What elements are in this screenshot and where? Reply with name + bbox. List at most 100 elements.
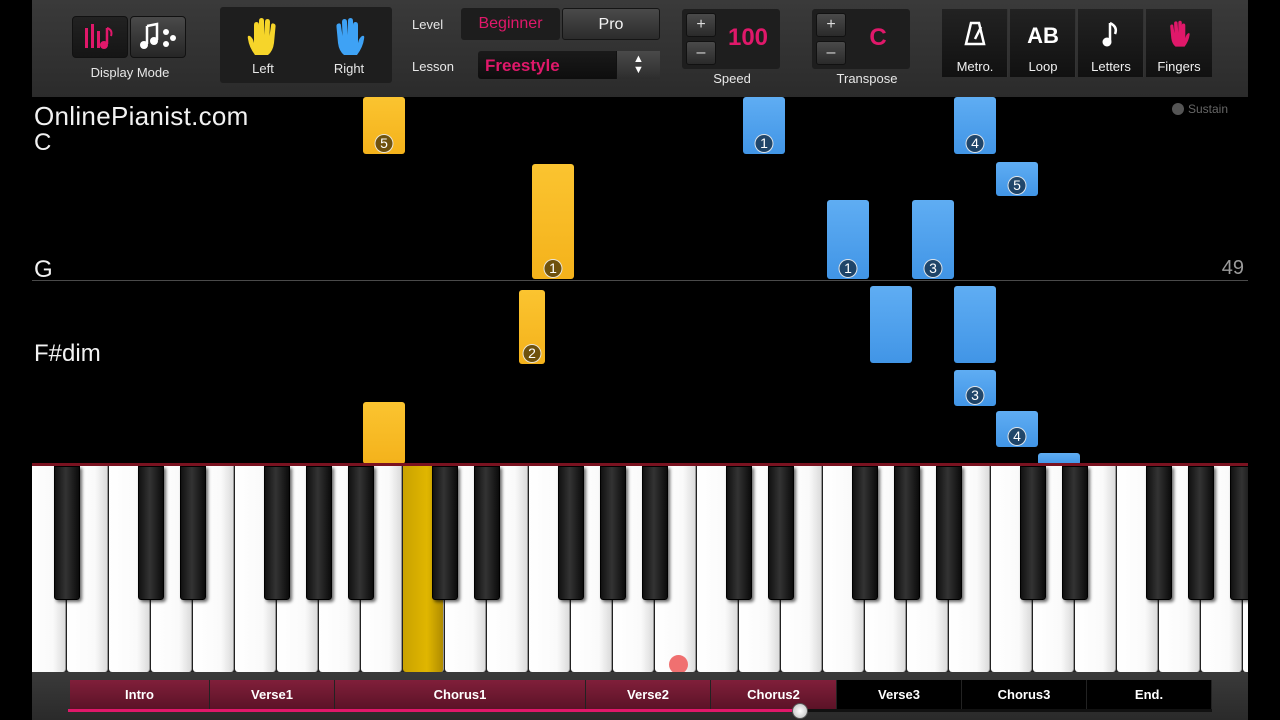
level-beginner-button[interactable]: Beginner bbox=[461, 8, 560, 40]
finger-number: 1 bbox=[543, 259, 563, 278]
lesson-value: Freestyle bbox=[485, 56, 560, 75]
black-key[interactable] bbox=[894, 466, 920, 600]
finger-number: 5 bbox=[374, 134, 394, 153]
black-key[interactable] bbox=[600, 466, 626, 600]
hands-panel: Left Right bbox=[220, 7, 392, 83]
speed-label: Speed bbox=[713, 71, 751, 86]
display-mode-bars-button[interactable] bbox=[72, 16, 128, 58]
left-hand-icon bbox=[247, 18, 276, 55]
finger-number: 1 bbox=[838, 259, 858, 278]
black-key[interactable] bbox=[726, 466, 752, 600]
black-key[interactable] bbox=[1146, 466, 1172, 600]
left-hand-note: 1 bbox=[532, 164, 574, 279]
finger-number: 2 bbox=[522, 344, 542, 363]
loop-button[interactable]: AB Loop bbox=[1010, 9, 1076, 77]
middle-c-marker bbox=[669, 655, 688, 672]
black-key[interactable] bbox=[852, 466, 878, 600]
section-end[interactable]: End. bbox=[1087, 680, 1212, 710]
level-label: Level bbox=[412, 17, 444, 32]
finger-number: 3 bbox=[923, 259, 943, 278]
right-hand-note: 1 bbox=[827, 200, 869, 279]
black-key[interactable] bbox=[642, 466, 668, 600]
transpose-minus-button[interactable]: – bbox=[816, 41, 846, 65]
right-hand-note: 3 bbox=[912, 200, 954, 279]
black-key[interactable] bbox=[936, 466, 962, 600]
speed-plus-button[interactable]: + bbox=[686, 13, 716, 37]
letters-button[interactable]: Letters bbox=[1078, 9, 1144, 77]
measure-number: 49 bbox=[1221, 257, 1244, 279]
sustain-dot-icon bbox=[1171, 103, 1184, 115]
loop-ab-icon: AB bbox=[1027, 23, 1059, 48]
fingers-label: Fingers bbox=[1157, 59, 1201, 74]
progress-slider-knob[interactable] bbox=[792, 703, 809, 719]
metronome-button[interactable]: Metro. bbox=[942, 9, 1008, 77]
black-key[interactable] bbox=[1230, 466, 1248, 600]
black-key[interactable] bbox=[348, 466, 374, 600]
black-key[interactable] bbox=[1020, 466, 1046, 600]
black-key[interactable] bbox=[264, 466, 290, 600]
level-pro-button[interactable]: Pro bbox=[562, 8, 660, 40]
lesson-label: Lesson bbox=[412, 59, 454, 74]
left-hand-button[interactable]: Left bbox=[220, 7, 306, 83]
section-verse2[interactable]: Verse2 bbox=[586, 680, 711, 710]
fingers-button[interactable]: Fingers bbox=[1146, 9, 1212, 77]
finger-number: 4 bbox=[1007, 427, 1027, 446]
black-key[interactable] bbox=[558, 466, 584, 600]
transpose-plus-button[interactable]: + bbox=[816, 13, 846, 37]
letters-label: Letters bbox=[1091, 59, 1131, 74]
transpose-panel: + – C bbox=[812, 9, 910, 69]
fingers-hand-icon bbox=[1170, 20, 1190, 47]
right-hand-note: 4 bbox=[954, 97, 996, 154]
lesson-select[interactable]: Freestyle ▲ ▼ bbox=[478, 51, 660, 79]
left-hand-note: 2 bbox=[519, 290, 545, 364]
finger-number: 3 bbox=[965, 386, 985, 405]
select-arrows-icon: ▲ ▼ bbox=[616, 51, 660, 79]
chord-label: F#dim bbox=[34, 340, 101, 367]
black-key[interactable] bbox=[432, 466, 458, 600]
chord-label: C bbox=[34, 129, 52, 156]
black-key[interactable] bbox=[474, 466, 500, 600]
sustain-indicator: Sustain bbox=[1171, 102, 1228, 116]
piano-roll-icon bbox=[85, 24, 113, 49]
black-key[interactable] bbox=[768, 466, 794, 600]
black-key[interactable] bbox=[1062, 466, 1088, 600]
finger-number: 1 bbox=[754, 134, 774, 153]
right-hand-note: 4 bbox=[996, 411, 1038, 447]
section-chorus3[interactable]: Chorus3 bbox=[962, 680, 1087, 710]
transpose-label: Transpose bbox=[836, 71, 898, 86]
display-mode-notes-button[interactable] bbox=[130, 16, 186, 58]
right-hand-note: 1 bbox=[743, 97, 785, 154]
right-hand-note bbox=[954, 286, 996, 363]
finger-number: 5 bbox=[1007, 176, 1027, 195]
black-key[interactable] bbox=[306, 466, 332, 600]
measure-line bbox=[32, 280, 1248, 281]
transpose-value: C bbox=[869, 24, 887, 51]
speed-minus-button[interactable]: – bbox=[686, 41, 716, 65]
black-key[interactable] bbox=[138, 466, 164, 600]
top-toolbar: Display Mode Left Right Level Beginner P… bbox=[32, 0, 1248, 97]
black-key[interactable] bbox=[54, 466, 80, 600]
left-hand-note: 5 bbox=[363, 97, 405, 154]
note-waterfall: OnlinePianist.com C G F#dim 49 Sustain 5… bbox=[32, 97, 1248, 463]
loop-label: Loop bbox=[1028, 59, 1058, 74]
right-hand-note bbox=[870, 286, 912, 363]
section-verse3[interactable]: Verse3 bbox=[837, 680, 962, 710]
right-hand-icon bbox=[336, 18, 365, 55]
piano-keyboard bbox=[32, 463, 1248, 672]
metronome-label: Metro. bbox=[956, 59, 994, 74]
black-key[interactable] bbox=[180, 466, 206, 600]
right-hand-label: Right bbox=[333, 61, 365, 76]
section-chorus1[interactable]: Chorus1 bbox=[335, 680, 586, 710]
section-intro[interactable]: Intro bbox=[70, 680, 210, 710]
brand-watermark: OnlinePianist.com bbox=[34, 101, 249, 131]
speed-panel: + – 100 bbox=[682, 9, 780, 69]
left-hand-note bbox=[363, 402, 405, 463]
progress-fill bbox=[68, 709, 801, 712]
right-hand-button[interactable]: Right bbox=[306, 7, 392, 83]
section-verse1[interactable]: Verse1 bbox=[210, 680, 335, 710]
music-note-icon bbox=[1102, 21, 1118, 47]
section-chorus2[interactable]: Chorus2 bbox=[711, 680, 837, 710]
song-sections-bar: Intro Verse1 Chorus1 Verse2 Chorus2 Vers… bbox=[32, 672, 1248, 720]
black-key[interactable] bbox=[1188, 466, 1214, 600]
right-hand-note: 3 bbox=[954, 370, 996, 406]
